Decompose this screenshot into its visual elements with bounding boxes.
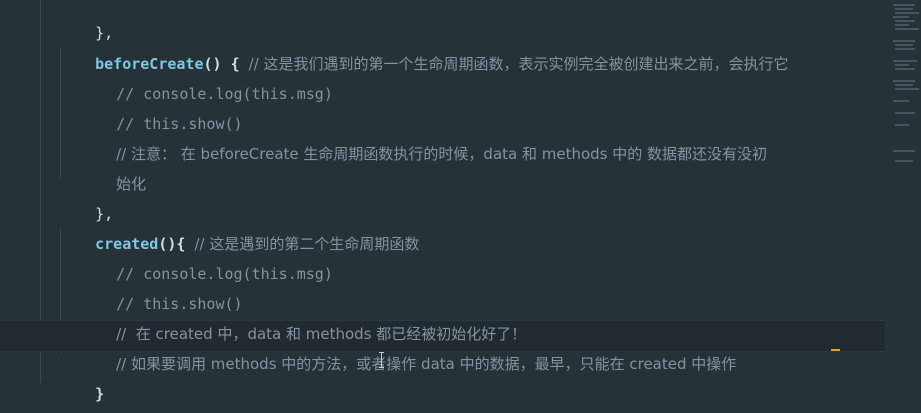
text-cursor [831,349,840,351]
code-line[interactable]: // console.log(this.msg) [80,49,333,103]
code-line[interactable]: beforeCreate() { // 这是我们遇到的第一个生命周期函数，表示实… [59,19,788,73]
code-comment: 始化 [116,175,147,193]
code-line[interactable]: // this.show() [80,259,242,313]
ibeam-cursor-icon [377,352,387,368]
code-line[interactable]: // 如果要调用 methods 中的方法，或者操作 data 中的数据，最早，… [80,319,736,373]
code-line[interactable]: }, [59,169,113,223]
code-line[interactable]: 始化 [80,139,146,193]
code-line[interactable]: created(){ // 这是遇到的第二个生命周期函数 [59,199,419,253]
code-comment: // 如果要调用 methods 中的方法，或者操作 data 中的数据，最早，… [116,355,737,373]
code-line[interactable]: }, [59,0,113,42]
code-line[interactable]: // 注意： 在 beforeCreate 生命周期函数执行的时候，data 和… [80,109,767,163]
code-line[interactable]: // this.show() [80,79,242,133]
code-line[interactable]: // console.log(this.msg) [80,229,333,283]
code-line[interactable]: // 在 created 中，data 和 methods 都已经被初始化好了！ [80,289,526,343]
minimap[interactable] [885,0,921,180]
code-line[interactable]: }); [40,379,103,409]
code-comment: // 注意： 在 beforeCreate 生命周期函数执行的时候，data 和… [116,145,768,163]
code-line[interactable]: } [59,349,104,403]
code-editor[interactable]: }, beforeCreate() { // 这是我们遇到的第一个生命周期函数，… [0,0,921,413]
